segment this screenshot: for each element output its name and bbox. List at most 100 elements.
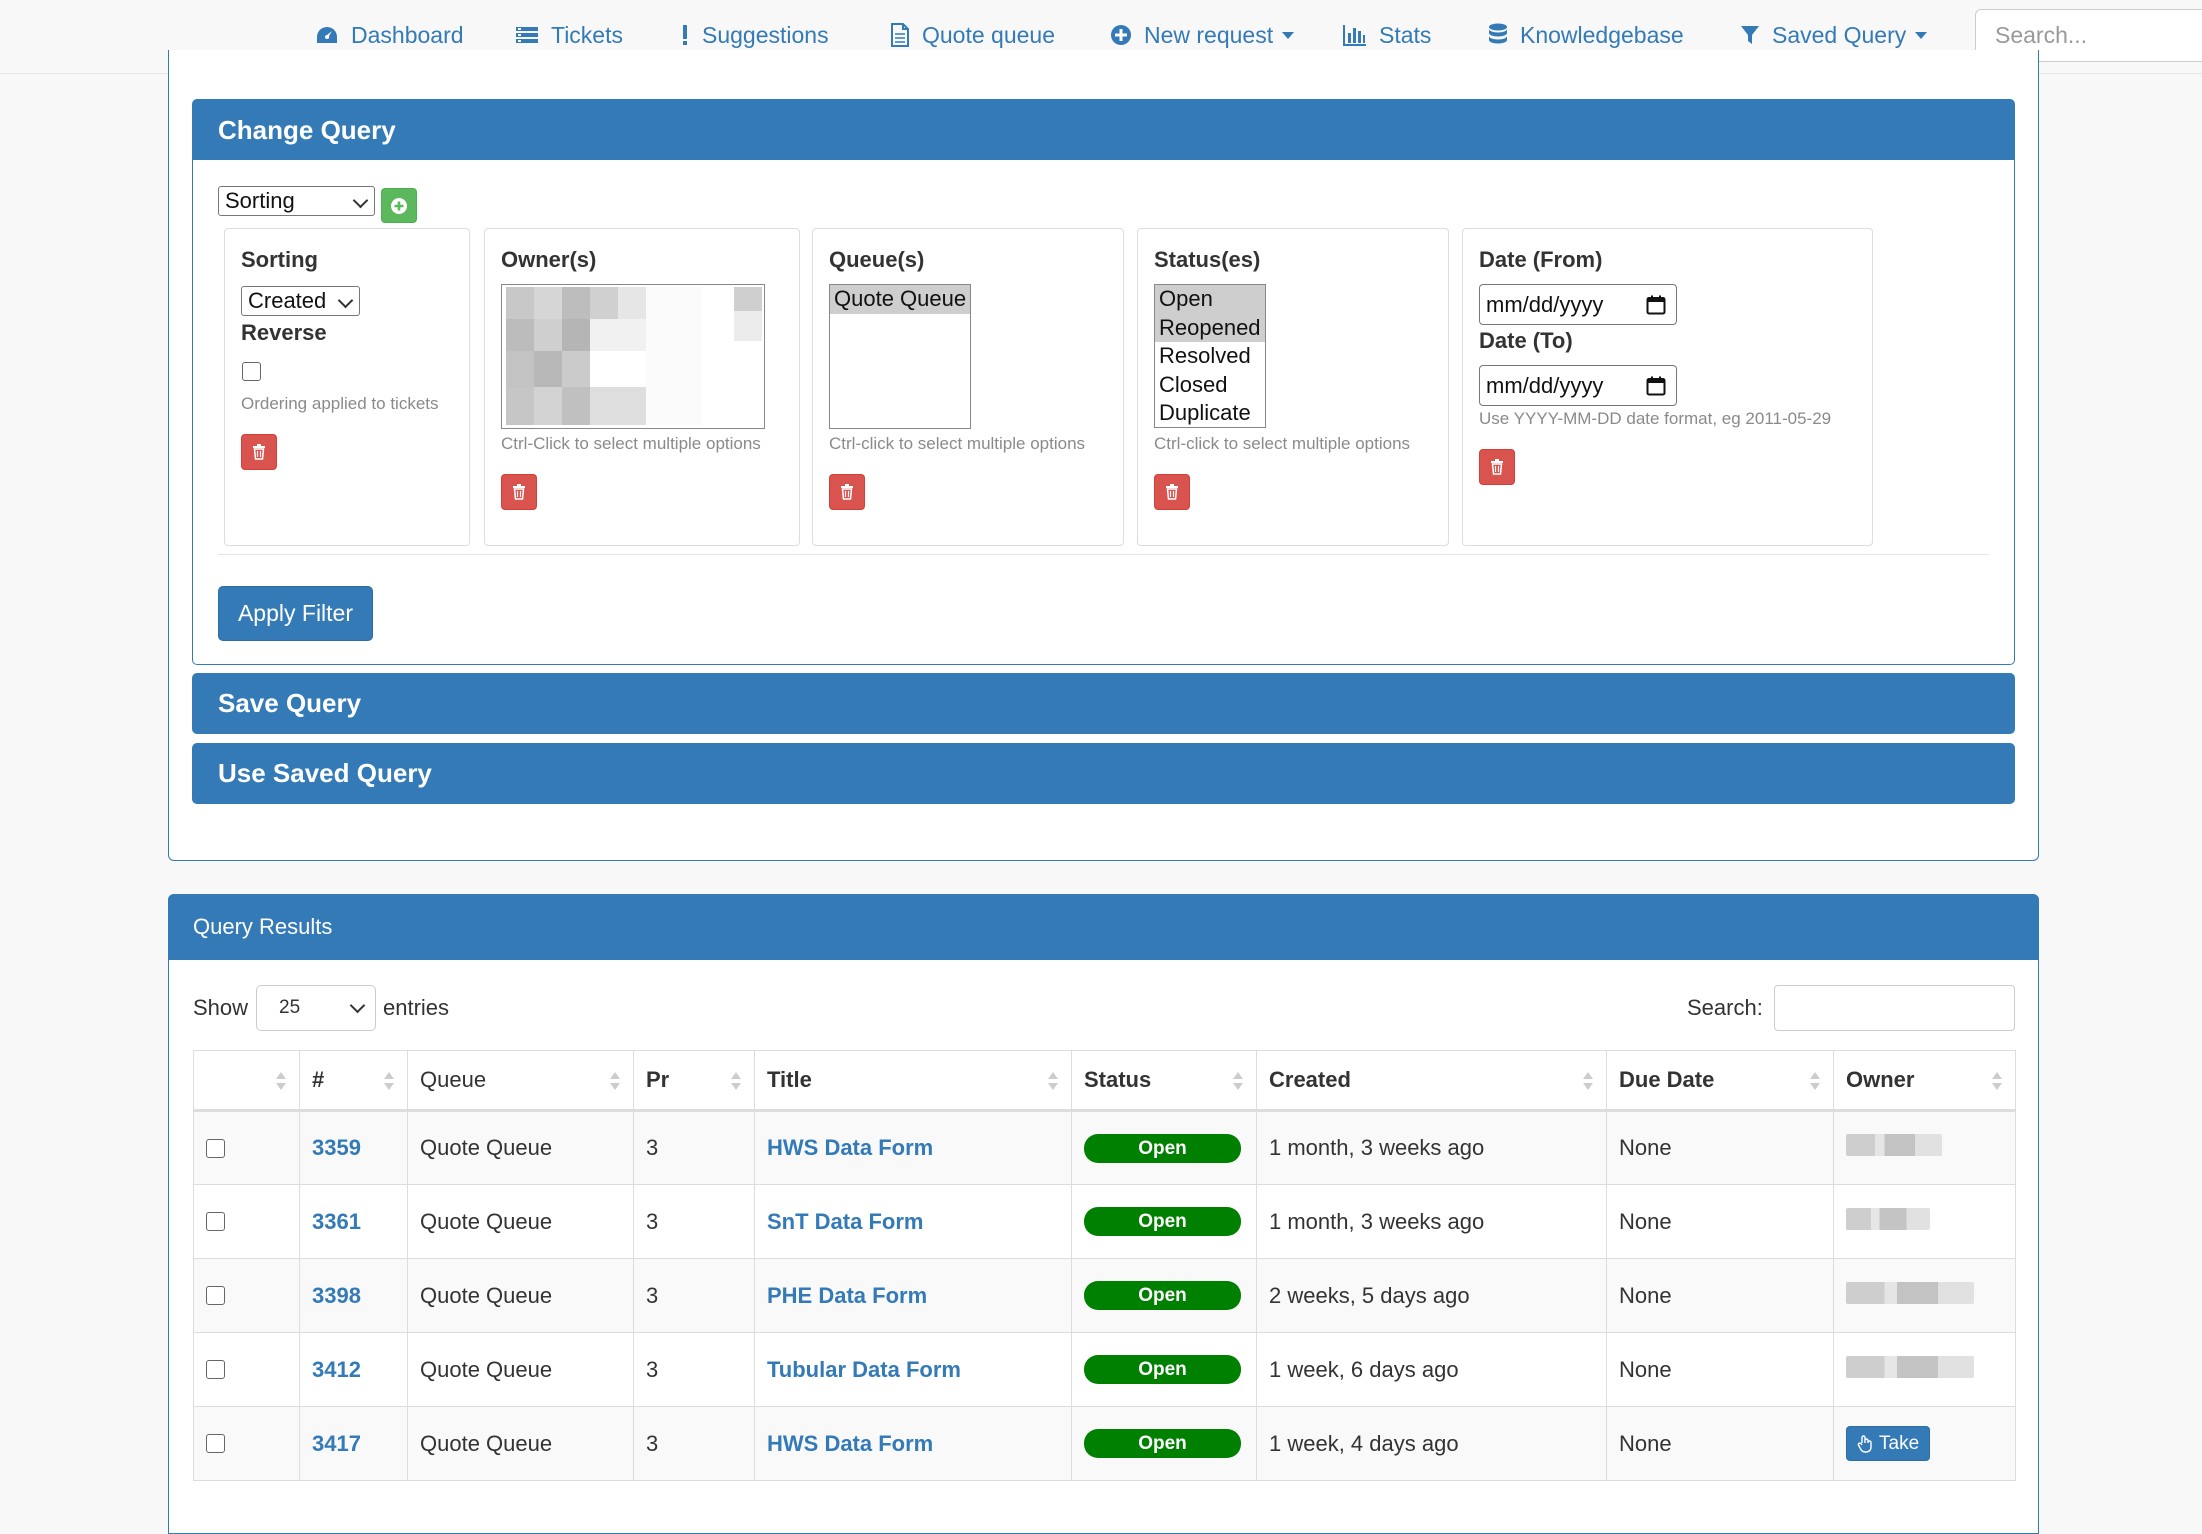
column-header-title[interactable]: Title: [754, 1050, 1072, 1112]
use-saved-query-heading[interactable]: Use Saved Query: [192, 743, 2015, 804]
status-option[interactable]: Duplicate: [1155, 399, 1265, 427]
table-header-row: # Queue Pr Title Status Created Due Date…: [193, 1050, 2016, 1112]
apply-filter-button[interactable]: Apply Filter: [218, 586, 373, 641]
created-cell: 2 weeks, 5 days ago: [1256, 1258, 1607, 1333]
status-option[interactable]: Reopened: [1155, 313, 1265, 342]
column-header-owner[interactable]: Owner: [1833, 1050, 2016, 1112]
ticket-title-link[interactable]: Tubular Data Form: [767, 1357, 961, 1382]
status-option[interactable]: Closed: [1155, 371, 1265, 400]
status-option[interactable]: Open: [1155, 285, 1265, 314]
show-label: Show: [193, 995, 249, 1020]
ticket-id-link[interactable]: 3359: [312, 1135, 361, 1160]
sort-icon: [384, 1072, 394, 1090]
save-query-heading[interactable]: Save Query: [192, 673, 2015, 734]
queue-cell: Quote Queue: [407, 1406, 634, 1481]
owners-label: Owner(s): [501, 247, 597, 272]
change-query-title: Change Query: [218, 114, 396, 145]
calendar-icon[interactable]: [1646, 376, 1666, 396]
results-title: Query Results: [193, 914, 333, 939]
sort-icon: [1810, 1072, 1820, 1090]
ticket-title-link[interactable]: PHE Data Form: [767, 1283, 927, 1308]
date-from-label: Date (From): [1479, 247, 1603, 272]
created-cell: 1 month, 3 weeks ago: [1256, 1110, 1607, 1185]
ticket-title-link[interactable]: HWS Data Form: [767, 1135, 933, 1160]
status-badge: Open: [1084, 1355, 1241, 1384]
nav-label: New request: [1144, 21, 1274, 48]
field-type-select[interactable]: Sorting: [218, 186, 375, 216]
status-option[interactable]: Resolved: [1155, 342, 1265, 371]
row-checkbox[interactable]: [206, 1212, 225, 1231]
reverse-label: Reverse: [241, 320, 327, 345]
table-search-input[interactable]: [1774, 985, 2015, 1031]
chevron-down-icon: [1915, 31, 1928, 39]
ticket-id-link[interactable]: 3398: [312, 1283, 361, 1308]
due-date-cell: None: [1606, 1332, 1834, 1407]
results-heading: Query Results: [168, 894, 2039, 960]
ticket-title-link[interactable]: SnT Data Form: [767, 1209, 923, 1234]
ticket-id-link[interactable]: 3412: [312, 1357, 361, 1382]
column-header-status[interactable]: Status: [1071, 1050, 1257, 1112]
chevron-down-icon: [337, 292, 354, 309]
trash-icon: [513, 484, 525, 500]
trash-icon: [841, 484, 853, 500]
column-header-select[interactable]: [193, 1050, 300, 1112]
row-checkbox[interactable]: [206, 1138, 225, 1158]
date-from-input[interactable]: mm/dd/yyyy: [1479, 284, 1677, 325]
sorting-help: Ordering applied to tickets: [241, 394, 439, 413]
delete-owners-button[interactable]: [501, 474, 537, 510]
row-checkbox[interactable]: [206, 1286, 225, 1305]
plus-circle-icon: [391, 197, 407, 214]
form-divider: [218, 554, 1989, 555]
column-header-queue[interactable]: Queue: [407, 1050, 634, 1112]
database-icon: [1489, 23, 1507, 44]
plus-circle-icon: [1111, 25, 1131, 45]
take-ticket-button[interactable]: Take: [1846, 1426, 1931, 1461]
statuses-label: Status(es): [1154, 247, 1261, 272]
dates-help: Use YYYY-MM-DD date format, eg 2011-05-2…: [1479, 409, 1832, 428]
priority-cell: 3: [633, 1184, 755, 1259]
statuses-help: Ctrl-click to select multiple options: [1154, 434, 1411, 453]
entries-length-select[interactable]: 25: [256, 985, 376, 1031]
date-to-input[interactable]: mm/dd/yyyy: [1479, 365, 1677, 406]
nav-label: Stats: [1379, 21, 1432, 48]
queue-cell: Quote Queue: [407, 1184, 634, 1259]
column-header-id[interactable]: #: [299, 1050, 408, 1112]
due-date-cell: None: [1606, 1184, 1834, 1259]
date-to-value: mm/dd/yyyy: [1486, 372, 1604, 398]
delete-queues-button[interactable]: [829, 474, 865, 510]
trash-icon: [253, 444, 265, 460]
ticket-id-link[interactable]: 3361: [312, 1209, 361, 1234]
column-header-created[interactable]: Created: [1256, 1050, 1607, 1112]
ticket-id-link[interactable]: 3417: [312, 1431, 361, 1456]
status-badge: Open: [1084, 1133, 1241, 1163]
queues-listbox[interactable]: Quote Queue: [829, 284, 971, 429]
row-checkbox[interactable]: [206, 1434, 225, 1453]
delete-dates-button[interactable]: [1479, 449, 1515, 485]
reverse-checkbox[interactable]: [242, 362, 261, 381]
column-header-priority[interactable]: Pr: [633, 1050, 755, 1112]
status-badge: Open: [1084, 1207, 1241, 1236]
owner-name-redacted: [1846, 1134, 1942, 1156]
sorting-filter: [224, 228, 470, 546]
add-filter-button[interactable]: [381, 188, 417, 223]
priority-cell: 3: [633, 1406, 755, 1481]
due-date-cell: None: [1606, 1406, 1834, 1481]
calendar-icon[interactable]: [1646, 295, 1666, 315]
results-table: # Queue Pr Title Status Created Due Date…: [193, 1050, 2016, 1481]
table-row: 3359 Quote Queue 3 HWS Data Form Open 1 …: [193, 1110, 2016, 1185]
delete-statuses-button[interactable]: [1154, 474, 1190, 510]
owners-listbox[interactable]: [501, 284, 765, 429]
ticket-title-link[interactable]: HWS Data Form: [767, 1431, 933, 1456]
change-query-heading[interactable]: Change Query: [192, 99, 2015, 161]
trash-icon: [1166, 484, 1178, 500]
row-checkbox[interactable]: [206, 1360, 225, 1379]
sorting-select[interactable]: Created: [241, 286, 360, 316]
take-label: Take: [1879, 1432, 1920, 1454]
statuses-listbox[interactable]: Open Reopened Resolved Closed Duplicate: [1154, 284, 1266, 428]
queue-option[interactable]: Quote Queue: [830, 285, 970, 314]
chevron-down-icon: [1282, 31, 1295, 39]
column-header-due-date[interactable]: Due Date: [1606, 1050, 1834, 1112]
priority-cell: 3: [633, 1332, 755, 1407]
delete-sorting-button[interactable]: [241, 434, 277, 470]
owner-name-redacted: [1846, 1355, 1974, 1378]
